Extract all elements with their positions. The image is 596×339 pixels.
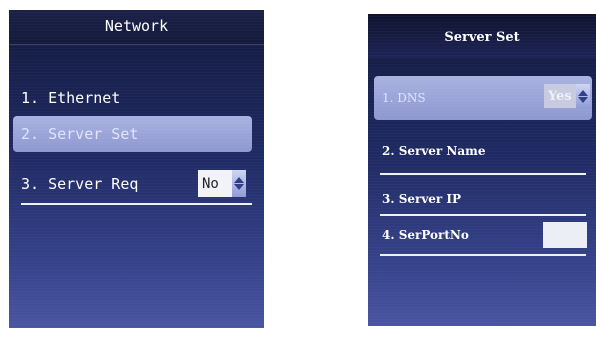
- menu-item-label: 1. Ethernet: [21, 89, 121, 107]
- menu-item-server-req[interactable]: 3. Server Req No: [9, 166, 264, 202]
- menu-item-label: 3. Server IP: [382, 192, 462, 206]
- server-req-spinner[interactable]: No: [198, 170, 246, 197]
- menu-item-label: 3. Server Req: [21, 175, 139, 193]
- page: Network 1. Ethernet 2. Server Set 3. Ser…: [0, 0, 596, 339]
- menu-item-server-set[interactable]: 2. Server Set: [13, 116, 252, 152]
- menu-item-label: 4. SerPortNo: [382, 228, 469, 242]
- server-port-input[interactable]: [543, 222, 587, 248]
- menu-item-ethernet[interactable]: 1. Ethernet: [9, 80, 264, 116]
- divider: [380, 254, 586, 256]
- server-set-menu-screen: Server Set 1. DNS Yes 2. Server Name 3. …: [368, 14, 596, 326]
- divider: [21, 203, 252, 205]
- network-menu-screen: Network 1. Ethernet 2. Server Set 3. Ser…: [9, 10, 264, 328]
- up-down-arrows-icon[interactable]: [232, 170, 246, 197]
- menu-item-label: 2. Server Set: [21, 125, 139, 143]
- menu-item-server-name[interactable]: 2. Server Name: [368, 132, 596, 170]
- server-req-value: No: [202, 175, 219, 192]
- dns-spinner[interactable]: Yes: [544, 84, 590, 108]
- screen-title: Server Set: [368, 14, 596, 58]
- menu-item-server-ip[interactable]: 3. Server IP: [368, 180, 596, 218]
- menu-item-server-port-no[interactable]: 4. SerPortNo: [368, 216, 596, 254]
- menu-item-label: 1. DNS: [382, 91, 426, 105]
- screen-title: Network: [9, 10, 264, 45]
- dns-value: Yes: [548, 88, 572, 104]
- divider: [380, 173, 586, 175]
- up-down-arrows-icon[interactable]: [576, 84, 590, 108]
- menu-item-dns[interactable]: 1. DNS Yes: [374, 76, 592, 120]
- menu-item-label: 2. Server Name: [382, 144, 486, 158]
